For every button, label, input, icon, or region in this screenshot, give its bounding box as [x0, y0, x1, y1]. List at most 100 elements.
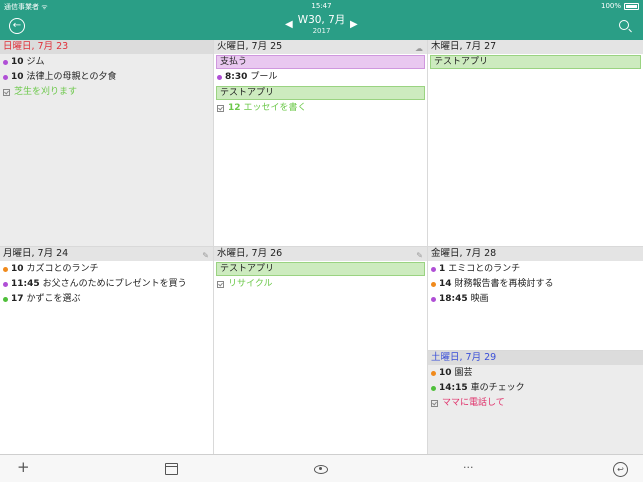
bottom-toolbar: + ··· ↩ [0, 454, 643, 482]
week-grid: 日曜日, 7月 23 10 ジム 10 法律上の母親との夕食 芝生を刈ります 火… [0, 40, 643, 454]
event-item[interactable]: 18:45 映画 [428, 292, 643, 307]
day-header: 金曜日, 7月 28 [428, 247, 643, 261]
day-cell-monday[interactable]: 月曜日, 7月 24 ✎ 10 カズコとのランチ 11:45 お父さんのためにプ… [0, 247, 214, 454]
event-title: かずこを選ぶ [26, 294, 81, 304]
event-title: 財務報告書を再検討する [454, 279, 554, 289]
event-list: 1 エミコとのランチ 14 財務報告書を再検討する 18:45 映画 [428, 261, 643, 307]
event-title: プール [250, 72, 278, 82]
allday-event-title: テストアプリ [220, 88, 275, 98]
eye-icon[interactable] [314, 465, 328, 474]
weather-cloud-icon: ☁ [415, 44, 423, 53]
task-item[interactable]: ママに電話して [428, 396, 643, 411]
battery-icon [624, 3, 639, 10]
allday-event-title: テストアプリ [220, 264, 275, 274]
day-label: 火曜日, 7月 25 [217, 41, 283, 52]
event-color-dot [3, 282, 8, 287]
event-time: 11:45 [11, 279, 40, 289]
year-subtitle: 2017 [312, 27, 331, 35]
event-list: 10 カズコとのランチ 11:45 お父さんのためにプレゼントを買う 17 かず… [0, 261, 213, 307]
day-cell-wednesday[interactable]: 水曜日, 7月 26 ✎ テストアプリ リサイクル [214, 247, 428, 454]
task-item[interactable]: 芝生を刈ります [0, 85, 213, 100]
day-label: 金曜日, 7月 28 [431, 248, 497, 259]
day-header: 水曜日, 7月 26 ✎ [214, 247, 427, 261]
event-title: 園芸 [454, 368, 473, 378]
day-cell-tuesday[interactable]: 火曜日, 7月 25 ☁ 支払う 8:30 プール テストアプリ 12 エッセイ… [214, 40, 428, 247]
event-item[interactable]: 10 カズコとのランチ [0, 262, 213, 277]
event-item[interactable]: 8:30 プール [214, 70, 427, 85]
event-item[interactable]: 1 エミコとのランチ [428, 262, 643, 277]
event-title: ジム [26, 57, 45, 67]
event-time: 10 [11, 57, 24, 67]
calendar-icon[interactable] [165, 463, 178, 475]
allday-event-title: テストアプリ [434, 57, 489, 67]
event-time: 10 [11, 264, 24, 274]
day-header: 火曜日, 7月 25 ☁ [214, 40, 427, 54]
task-title: リサイクル [228, 279, 273, 289]
event-color-dot [431, 282, 436, 287]
event-list: 10 園芸 14:15 車のチェック ママに電話して [428, 365, 643, 411]
allday-event-title: 支払う [220, 57, 248, 67]
task-checkbox-icon[interactable] [217, 281, 224, 288]
allday-event[interactable]: テストアプリ [216, 86, 425, 100]
event-color-dot [3, 297, 8, 302]
pin-icon: ✎ [416, 251, 423, 260]
task-checkbox-icon[interactable] [217, 105, 224, 112]
event-color-dot [217, 75, 222, 80]
task-item[interactable]: リサイクル [214, 277, 427, 292]
event-title: エミコとのランチ [448, 264, 521, 274]
add-button[interactable]: + [17, 460, 30, 475]
event-color-dot [3, 267, 8, 272]
day-label: 日曜日, 7月 23 [3, 41, 69, 52]
more-button[interactable]: ··· [463, 461, 474, 475]
week-title[interactable]: W30, 7月 [0, 14, 643, 27]
task-title: エッセイを書く [243, 103, 307, 113]
day-cell-saturday[interactable]: 土曜日, 7月 29 10 園芸 14:15 車のチェック ママに電話して [428, 351, 643, 454]
day-label: 木曜日, 7月 27 [431, 41, 497, 52]
day-label: 月曜日, 7月 24 [3, 248, 69, 259]
task-checkbox-icon[interactable] [3, 89, 10, 96]
day-cell-thursday[interactable]: 木曜日, 7月 27 テストアプリ [428, 40, 643, 247]
next-week-button[interactable]: ▶ [350, 19, 358, 30]
allday-event[interactable]: 支払う [216, 55, 425, 69]
pin-icon: ✎ [202, 251, 209, 260]
event-item[interactable]: 10 園芸 [428, 366, 643, 381]
day-cell-friday[interactable]: 金曜日, 7月 28 1 エミコとのランチ 14 財務報告書を再検討する 18:… [428, 247, 643, 351]
day-header: 日曜日, 7月 23 [0, 40, 213, 54]
day-header: 木曜日, 7月 27 [428, 40, 643, 54]
battery-percent: 100% [600, 2, 621, 10]
search-icon[interactable] [619, 20, 629, 30]
event-item[interactable]: 10 法律上の母親との夕食 [0, 70, 213, 85]
task-time: 12 [228, 103, 241, 113]
event-item[interactable]: 11:45 お父さんのためにプレゼントを買う [0, 277, 213, 292]
day-header: 土曜日, 7月 29 [428, 351, 643, 365]
event-time: 14:15 [439, 383, 468, 393]
day-label: 水曜日, 7月 26 [217, 248, 283, 259]
event-time: 14 [439, 279, 452, 289]
event-color-dot [431, 267, 436, 272]
day-cell-sunday[interactable]: 日曜日, 7月 23 10 ジム 10 法律上の母親との夕食 芝生を刈ります [0, 40, 214, 247]
task-title: 芝生を刈ります [14, 87, 78, 97]
event-color-dot [3, 75, 8, 80]
event-title: カズコとのランチ [26, 264, 99, 274]
event-title: 法律上の母親との夕食 [26, 72, 117, 82]
day-header: 月曜日, 7月 24 ✎ [0, 247, 213, 261]
event-time: 1 [439, 264, 446, 274]
event-title: 映画 [470, 294, 489, 304]
event-time: 17 [11, 294, 24, 304]
event-item[interactable]: 10 ジム [0, 55, 213, 70]
event-item[interactable]: 14 財務報告書を再検討する [428, 277, 643, 292]
event-list: 10 ジム 10 法律上の母親との夕食 芝生を刈ります [0, 54, 213, 100]
event-item[interactable]: 14:15 車のチェック [428, 381, 643, 396]
nav-bar: ← ◀ W30, 7月 2017 ▶ [0, 12, 643, 40]
event-item[interactable]: 17 かずこを選ぶ [0, 292, 213, 307]
today-icon[interactable]: ↩ [613, 462, 628, 477]
task-checkbox-icon[interactable] [431, 400, 438, 407]
event-time: 10 [11, 72, 24, 82]
allday-event[interactable]: テストアプリ [430, 55, 641, 69]
task-item[interactable]: 12 エッセイを書く [214, 101, 427, 116]
allday-event[interactable]: テストアプリ [216, 262, 425, 276]
event-color-dot [431, 297, 436, 302]
clock: 15:47 [311, 2, 332, 10]
status-bar: 通信事業者 ᯤ 15:47 100% [0, 0, 643, 12]
task-title: ママに電話して [442, 398, 505, 408]
